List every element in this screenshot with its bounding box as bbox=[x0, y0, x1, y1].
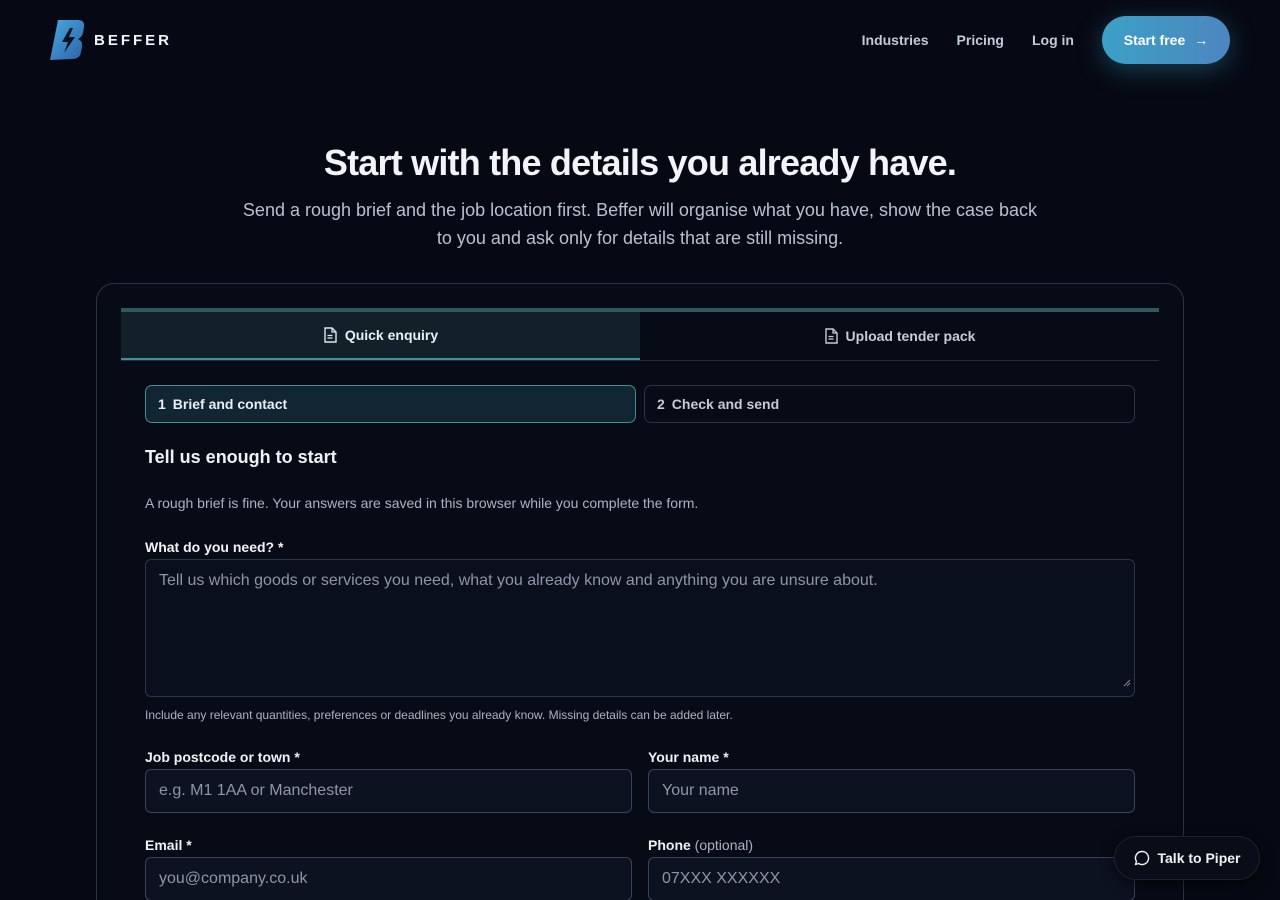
talk-to-piper-button[interactable]: Talk to Piper bbox=[1114, 836, 1260, 880]
site-header: BEFFER Industries Pricing Log in Start f… bbox=[0, 0, 1280, 80]
step-check-and-send[interactable]: 2 Check and send bbox=[644, 385, 1135, 423]
email-label: Email * bbox=[145, 837, 192, 853]
email-placeholder: you@company.co.uk bbox=[159, 870, 308, 887]
step-label: Check and send bbox=[671, 396, 780, 412]
step-number: 2 bbox=[657, 396, 665, 412]
postcode-label: Job postcode or town * bbox=[145, 749, 300, 765]
need-label: What do you need? * bbox=[145, 539, 284, 555]
tab-label: Upload tender pack bbox=[845, 328, 976, 344]
need-placeholder: Tell us which goods or services you need… bbox=[159, 572, 878, 589]
brand-logo[interactable]: BEFFER bbox=[50, 18, 172, 62]
form-title: Tell us enough to start bbox=[145, 447, 337, 467]
name-input[interactable]: Your name bbox=[648, 769, 1135, 813]
email-input[interactable]: you@company.co.uk bbox=[145, 857, 632, 900]
arrow-right-icon: → bbox=[1194, 32, 1209, 48]
step-number: 1 bbox=[158, 396, 166, 412]
nav-login-link[interactable]: Log in bbox=[1032, 32, 1074, 48]
step-brief-and-contact[interactable]: 1 Brief and contact bbox=[145, 385, 636, 423]
postcode-placeholder: e.g. M1 1AA or Manchester bbox=[159, 782, 353, 799]
start-free-button[interactable]: Start free → bbox=[1102, 16, 1230, 64]
page-title: Start with the details you already have. bbox=[323, 142, 957, 183]
form-steps: 1 Brief and contact 2 Check and send bbox=[145, 385, 1143, 423]
enquiry-tabs: Quick enquiry Upload tender pack bbox=[121, 308, 1159, 361]
name-label: Your name * bbox=[648, 749, 729, 765]
name-placeholder: Your name bbox=[662, 782, 739, 799]
phone-input[interactable]: 07XXX XXXXXX bbox=[648, 857, 1135, 900]
tab-label: Quick enquiry bbox=[344, 327, 439, 343]
chat-label: Talk to Piper bbox=[1157, 850, 1241, 866]
chat-bubble-icon bbox=[1134, 850, 1150, 866]
nav-pricing-link[interactable]: Pricing bbox=[957, 32, 1004, 48]
need-textarea[interactable]: Tell us which goods or services you need… bbox=[145, 559, 1135, 697]
form-description: A rough brief is fine. Your answers are … bbox=[145, 495, 699, 511]
tab-upload-tender-pack[interactable]: Upload tender pack bbox=[640, 312, 1159, 360]
phone-label: Phone (optional) bbox=[648, 837, 753, 853]
phone-placeholder: 07XXX XXXXXX bbox=[662, 870, 781, 887]
brand-name: BEFFER bbox=[94, 31, 172, 49]
phone-optional-text: (optional) bbox=[694, 837, 754, 853]
enquiry-card: Quick enquiry Upload tender pack 1 Brief… bbox=[96, 283, 1184, 900]
resize-grip-icon[interactable] bbox=[1123, 673, 1131, 693]
tab-quick-enquiry[interactable]: Quick enquiry bbox=[121, 312, 640, 360]
step-label: Brief and contact bbox=[172, 396, 288, 412]
phone-label-text: Phone bbox=[648, 837, 691, 853]
document-icon bbox=[323, 327, 337, 343]
postcode-input[interactable]: e.g. M1 1AA or Manchester bbox=[145, 769, 632, 813]
start-free-label: Start free bbox=[1123, 32, 1186, 48]
page-subtitle: Send a rough brief and the job location … bbox=[242, 200, 1038, 248]
need-hint: Include any relevant quantities, prefere… bbox=[145, 708, 733, 722]
document-icon bbox=[824, 328, 838, 344]
nav-industries-link[interactable]: Industries bbox=[862, 32, 929, 48]
top-nav: Industries Pricing Log in Start free → bbox=[862, 16, 1230, 64]
beffer-b-lightning-logo-icon bbox=[50, 18, 86, 62]
